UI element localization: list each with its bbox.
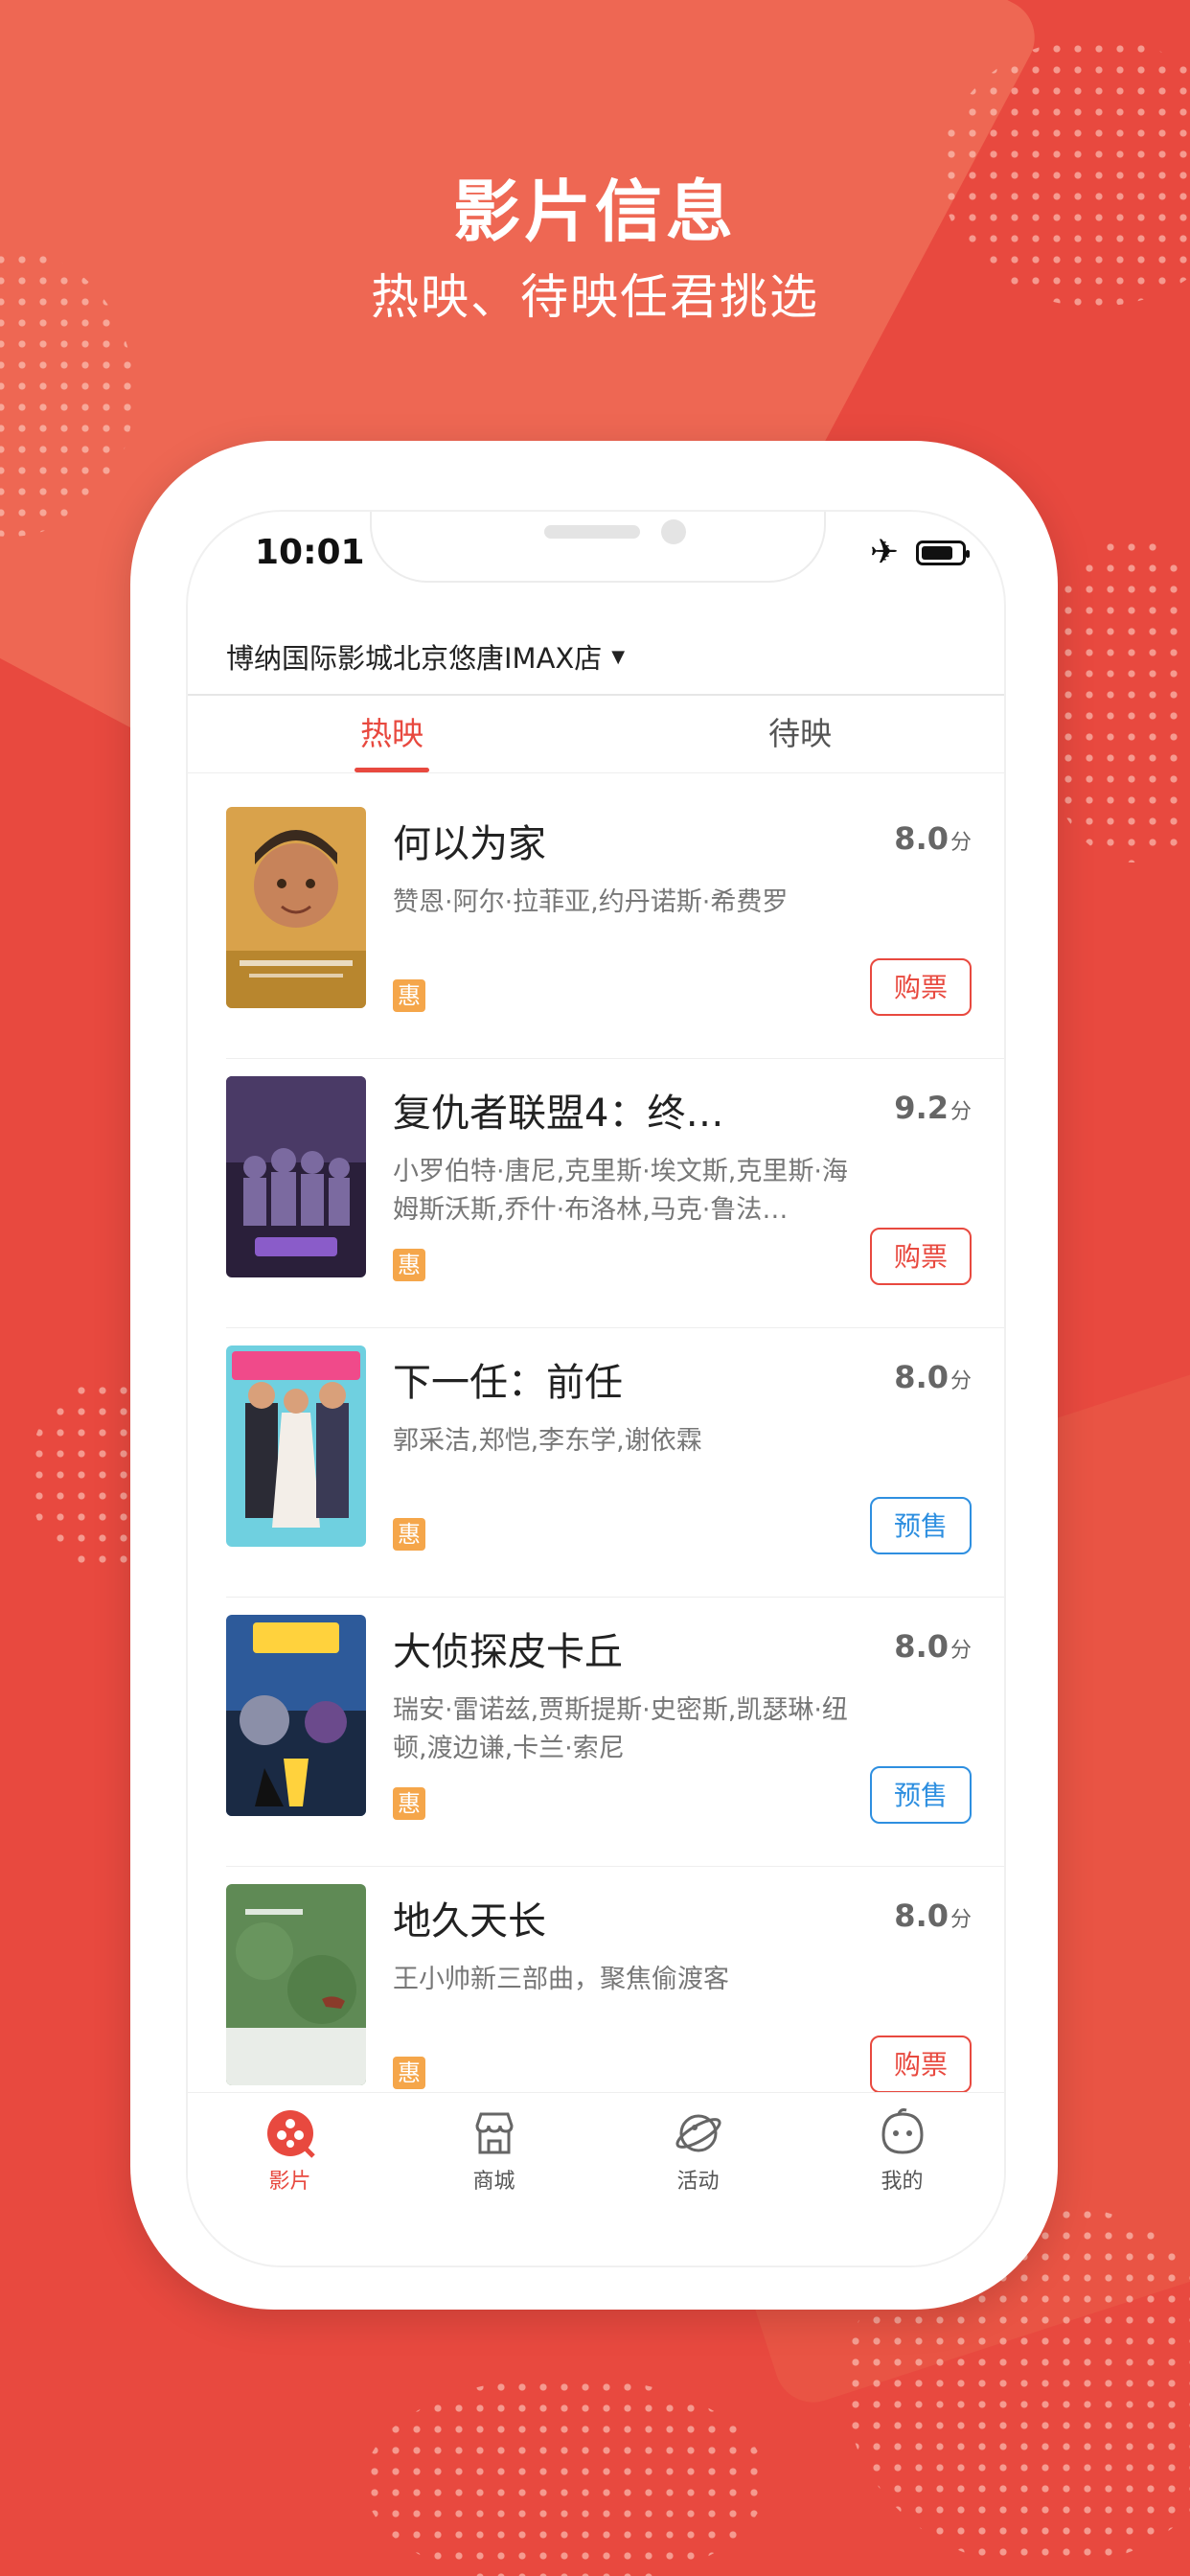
buy-ticket-button[interactable]: 购票 (870, 2036, 972, 2093)
airplane-icon: ✈ (869, 533, 899, 572)
movie-item[interactable]: 复仇者联盟4：终… 9.2分 小罗伯特·唐尼,克里斯·埃文斯,克里斯·海姆斯沃斯… (226, 1059, 1004, 1328)
store-icon (474, 2112, 514, 2154)
movie-poster[interactable] (226, 807, 366, 1008)
status-time: 10:01 (255, 533, 365, 572)
tabbar-item-activities[interactable]: 活动 (596, 2108, 800, 2195)
profile-face-icon (881, 2108, 924, 2154)
discount-badge: 惠 (393, 2057, 425, 2089)
movie-score: 9.2分 (894, 1090, 972, 1126)
movie-cast: 赞恩·阿尔·拉菲亚,约丹诺斯·希费罗 (393, 887, 789, 917)
tabbar-item-profile[interactable]: 我的 (800, 2108, 1004, 2195)
movie-list: 何以为家 8.0分 赞恩·阿尔·拉菲亚,约丹诺斯·希费罗 惠 购票 复仇者联盟4… (226, 790, 1004, 2135)
tab-label: 待映 (768, 715, 832, 752)
movie-item[interactable]: 何以为家 8.0分 赞恩·阿尔·拉菲亚,约丹诺斯·希费罗 惠 购票 (226, 790, 1004, 1059)
movie-title: 何以为家 (393, 822, 546, 866)
tabbar-label: 商城 (472, 2170, 515, 2194)
movie-poster[interactable] (226, 1615, 366, 1816)
buy-ticket-button[interactable]: 购票 (870, 1228, 972, 1285)
tab-now-showing[interactable]: 热映 (188, 696, 596, 772)
status-icons: ✈ (869, 533, 970, 572)
promo-subline: 热映、待映任君挑选 (371, 269, 819, 325)
bottom-tab-bar: 影片 商城 活动 我的 (188, 2092, 1004, 2266)
discount-badge: 惠 (393, 1249, 425, 1281)
cinema-selector[interactable]: 博纳国际影城北京悠唐IMAX店 ▼ (226, 636, 625, 677)
discount-badge: 惠 (393, 979, 425, 1012)
battery-icon (916, 540, 970, 565)
movie-poster[interactable] (226, 1884, 366, 2085)
tabbar-label: 影片 (268, 2170, 311, 2194)
discount-badge: 惠 (393, 1787, 425, 1820)
movie-score: 8.0分 (894, 1628, 972, 1665)
movie-score: 8.0分 (894, 1359, 972, 1395)
active-tab-underline (355, 768, 429, 772)
movie-cast: 郭采洁,郑恺,李东学,谢依霖 (393, 1426, 702, 1456)
camera (661, 519, 686, 544)
planet-icon (675, 2114, 721, 2152)
movie-cast: 小罗伯特·唐尼,克里斯·埃文斯,克里斯·海姆斯沃斯,乔什·布洛林,马克·鲁法… (393, 1157, 848, 1225)
tabbar-item-store[interactable]: 商城 (392, 2108, 596, 2195)
tabbar-label: 活动 (676, 2170, 720, 2194)
movie-cast: 瑞安·雷诺兹,贾斯提斯·史密斯,凯瑟琳·纽顿,渡边谦,卡兰·索尼 (393, 1695, 848, 1763)
tabs-bar: 热映 待映 (188, 694, 1004, 773)
buy-ticket-button[interactable]: 购票 (870, 958, 972, 1016)
tab-label: 热映 (360, 715, 423, 752)
tabbar-item-movies[interactable]: 影片 (188, 2108, 392, 2195)
movie-item[interactable]: 下一任：前任 8.0分 郭采洁,郑恺,李东学,谢依霖 惠 预售 (226, 1328, 1004, 1598)
movie-poster[interactable] (226, 1076, 366, 1277)
presale-button[interactable]: 预售 (870, 1766, 972, 1824)
presale-button[interactable]: 预售 (870, 1497, 972, 1554)
dot-pattern (1037, 537, 1190, 862)
cinema-name: 博纳国际影城北京悠唐IMAX店 (226, 642, 603, 675)
movie-item[interactable]: 大侦探皮卡丘 8.0分 瑞安·雷诺兹,贾斯提斯·史密斯,凯瑟琳·纽顿,渡边谦,卡… (226, 1598, 1004, 1867)
caret-down-icon: ▼ (611, 646, 626, 667)
movie-score: 8.0分 (894, 1898, 972, 1934)
promo-headline: 影片信息 (453, 172, 737, 251)
phone-frame: 10:01 ✈ 博纳国际影城北京悠唐IMAX店 ▼ 热映 待映 何以为家 8.0… (130, 441, 1058, 2310)
tabbar-label: 我的 (881, 2170, 924, 2194)
movie-cast: 王小帅新三部曲，聚焦偷渡客 (393, 1965, 729, 1994)
film-reel-icon (266, 2110, 315, 2158)
app-screen: 10:01 ✈ 博纳国际影城北京悠唐IMAX店 ▼ 热映 待映 何以为家 8.0… (186, 510, 1006, 2267)
tab-coming-soon[interactable]: 待映 (596, 696, 1004, 772)
movie-title: 地久天长 (393, 1899, 546, 1944)
movie-title: 复仇者联盟4：终… (393, 1092, 724, 1136)
movie-title: 大侦探皮卡丘 (393, 1630, 623, 1674)
notch (370, 512, 826, 583)
speaker (544, 525, 640, 539)
movie-poster[interactable] (226, 1346, 366, 1547)
discount-badge: 惠 (393, 1518, 425, 1551)
dot-pattern (364, 2377, 767, 2576)
movie-score: 8.0分 (894, 820, 972, 857)
movie-title: 下一任：前任 (393, 1361, 623, 1405)
